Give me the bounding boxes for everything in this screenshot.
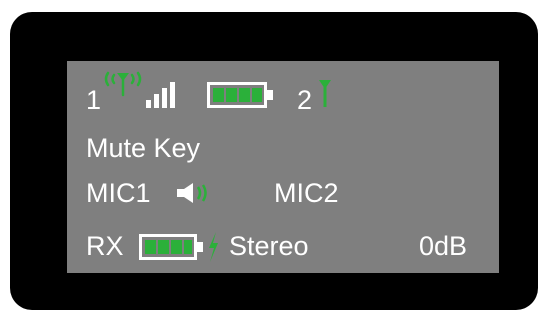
mic2-label: MIC2 bbox=[274, 178, 339, 208]
antenna-wireless-icon bbox=[104, 71, 142, 97]
speaker-icon bbox=[177, 183, 207, 203]
menu-item-mute-key: Mute Key bbox=[86, 133, 201, 163]
rx-battery-icon bbox=[139, 234, 203, 260]
gain-label: 0dB bbox=[419, 231, 468, 261]
mic1-label: MIC1 bbox=[86, 178, 151, 208]
channel-2-label: 2 bbox=[297, 85, 313, 115]
lcd-screen: 1 2 Mute Key MIC1 MIC2 RX Stereo 0dB bbox=[67, 61, 499, 273]
channel-1-label: 1 bbox=[86, 85, 102, 115]
lightning-icon bbox=[209, 232, 218, 262]
signal-strength-icon bbox=[146, 82, 175, 108]
rx-label: RX bbox=[86, 231, 124, 261]
battery-icon bbox=[207, 82, 273, 108]
antenna-icon bbox=[319, 80, 331, 107]
stereo-mode-label: Stereo bbox=[229, 231, 309, 261]
